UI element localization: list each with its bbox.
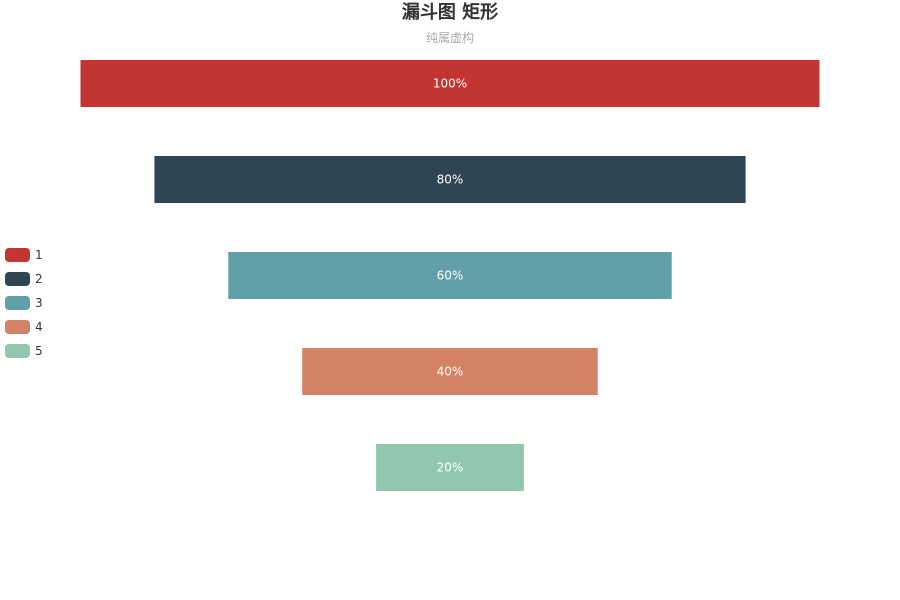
funnel-segment-label-1: 100% — [433, 77, 467, 91]
legend-label-3: 3 — [35, 296, 43, 310]
legend-swatch-4 — [5, 320, 30, 334]
legend-label-1: 1 — [35, 248, 43, 262]
legend-label-2: 2 — [35, 272, 43, 286]
legend-swatch-5 — [5, 344, 30, 358]
funnel-chart: 100% 80% 60% 40% 20% — [80, 60, 820, 491]
legend-item-2[interactable]: 2 — [5, 267, 43, 291]
legend-swatch-2 — [5, 272, 30, 286]
legend-swatch-3 — [5, 296, 30, 310]
legend-swatch-1 — [5, 248, 30, 262]
funnel-segment-label-4: 40% — [437, 365, 464, 379]
legend-item-5[interactable]: 5 — [5, 339, 43, 363]
funnel-segment-label-5: 20% — [437, 461, 464, 475]
legend-item-3[interactable]: 3 — [5, 291, 43, 315]
funnel-segment-label-2: 80% — [437, 173, 464, 187]
funnel-segment-label-3: 60% — [437, 269, 464, 283]
chart-legend: 1 2 3 4 5 — [5, 243, 43, 363]
legend-label-4: 4 — [35, 320, 43, 334]
legend-item-1[interactable]: 1 — [5, 243, 43, 267]
legend-item-4[interactable]: 4 — [5, 315, 43, 339]
legend-label-5: 5 — [35, 344, 43, 358]
